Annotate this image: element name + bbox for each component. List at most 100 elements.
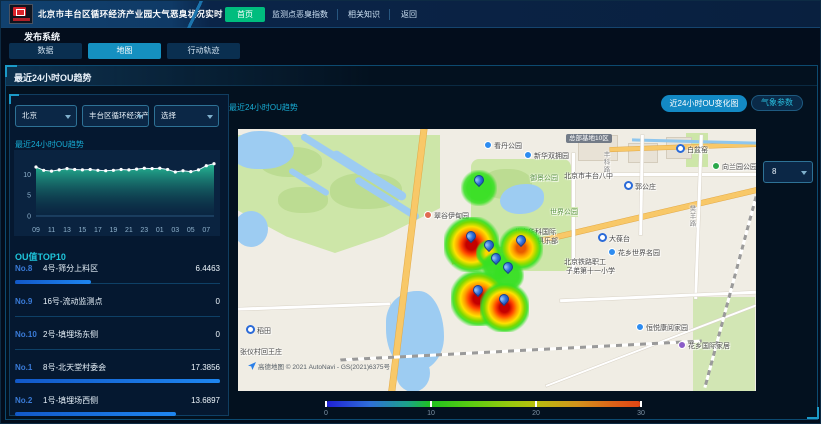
ou-trend-chart: 0510091113151719212301030507 xyxy=(14,150,220,236)
svg-text:17: 17 xyxy=(94,227,102,234)
panel-corner-accent xyxy=(5,65,17,77)
app-root: 北京市丰台区循环经济产业园大气恶臭状况实时 首页 监测点恶臭指数 相关知识 返回… xyxy=(0,0,821,424)
svg-text:11: 11 xyxy=(48,227,55,234)
top10-bar-track xyxy=(15,313,220,317)
map-section-title: 最近24小时OU趋势 xyxy=(229,102,298,113)
poi-icon xyxy=(608,248,616,256)
nav-home[interactable]: 首页 xyxy=(225,7,265,22)
svg-text:09: 09 xyxy=(32,227,40,234)
top10-rank: No.8 xyxy=(15,264,43,273)
top10-list: No.8 4号-筛分上料区 6.4463 No.9 16号-流动监测点 0 No… xyxy=(15,260,220,424)
metro-station-icon xyxy=(624,181,633,190)
map-label: 总部基地10区 xyxy=(566,134,612,143)
chevron-down-icon xyxy=(801,171,807,175)
top10-name: 1号-填埋场西侧 xyxy=(43,395,191,406)
river xyxy=(396,354,430,391)
ou-change-chart-button[interactable]: 近24小时OU变化图 xyxy=(661,95,747,112)
map-label: 世界公园 xyxy=(550,207,578,217)
map-label: 恒悦康阅家园 xyxy=(636,323,688,333)
svg-text:05: 05 xyxy=(187,227,195,234)
top10-bar xyxy=(15,379,220,383)
top10-row: No.2 1号-填埋场西侧 13.6897 xyxy=(15,395,220,424)
panel-header-strip xyxy=(6,66,817,86)
top10-bar-track xyxy=(15,379,220,383)
map-label: 郭公庄 xyxy=(624,181,656,192)
map-label: 白盆窑 xyxy=(676,144,708,155)
top10-row: No.8 4号-筛分上料区 6.4463 xyxy=(15,263,220,293)
map-label: 丰科路 xyxy=(600,151,610,174)
map-label: 张仪村回王庄 xyxy=(240,347,282,357)
svg-text:10: 10 xyxy=(23,172,31,179)
map-pin-icon[interactable] xyxy=(471,283,485,297)
svg-text:5: 5 xyxy=(27,193,31,200)
poi-icon xyxy=(424,211,432,219)
nav-separator xyxy=(337,9,338,20)
trend-chart-svg: 0510091113151719212301030507 xyxy=(14,150,220,236)
publish-system-label: 发布系统 xyxy=(24,30,60,43)
top10-name: 16号-流动监测点 xyxy=(43,296,216,307)
top10-rank: No.9 xyxy=(15,297,43,306)
top10-row: No.9 16号-流动监测点 0 xyxy=(15,296,220,326)
weather-params-button[interactable]: 气象参数 xyxy=(751,95,803,111)
chevron-down-icon xyxy=(137,115,143,119)
map-layer-select[interactable]: 8 xyxy=(763,161,813,183)
nav-knowledge[interactable]: 相关知识 xyxy=(345,7,383,22)
map-canvas[interactable]: 总部基地10区看丹公园新华双拥园御景公园世界公园北京市丰台八中郭公庄白盆窑向兰园… xyxy=(238,129,756,391)
tab-track[interactable]: 行动轨迹 xyxy=(167,43,240,59)
colorbar-tick xyxy=(430,401,432,407)
water-area xyxy=(238,131,294,169)
poi-icon xyxy=(678,341,686,349)
svg-text:15: 15 xyxy=(79,227,87,234)
top10-rank: No.1 xyxy=(15,363,43,372)
map-pin-icon[interactable] xyxy=(497,292,511,306)
top-header: 北京市丰台区循环经济产业园大气恶臭状况实时 首页 监测点恶臭指数 相关知识 返回 xyxy=(1,1,821,28)
top10-bar-track xyxy=(15,346,220,350)
map-layer-select-value: 8 xyxy=(772,167,776,176)
svg-text:03: 03 xyxy=(171,227,179,234)
top10-bar xyxy=(15,280,91,284)
panel-title: 最近24小时OU趋势 xyxy=(14,71,92,84)
nav-back[interactable]: 返回 xyxy=(395,7,423,22)
metro-station-icon xyxy=(676,144,685,153)
map-label: 新华双拥园 xyxy=(524,151,569,161)
city-select[interactable]: 北京 xyxy=(15,105,77,127)
poi-icon xyxy=(484,141,492,149)
amap-logo-icon xyxy=(248,362,256,370)
nav-odor-index[interactable]: 监测点恶臭指数 xyxy=(269,7,331,22)
top10-bar-track xyxy=(15,280,220,284)
logo-red-mark xyxy=(13,7,26,16)
svg-text:13: 13 xyxy=(63,227,71,234)
colorbar-tick xyxy=(535,401,537,407)
top10-name: 4号-筛分上料区 xyxy=(43,263,196,274)
chevron-down-icon xyxy=(207,115,213,119)
top10-rank: No.10 xyxy=(15,330,43,339)
tab-map[interactable]: 地图 xyxy=(88,43,161,59)
site-select[interactable]: 选择 xyxy=(154,105,219,127)
top10-bar-track xyxy=(15,412,220,416)
park-poi-icon xyxy=(712,162,720,170)
heat-blob-red xyxy=(451,271,506,326)
svg-text:07: 07 xyxy=(202,227,210,234)
logo-text-mark xyxy=(13,18,30,21)
water-area xyxy=(238,211,268,247)
map-label: 御景公园 xyxy=(530,173,558,183)
map-label: 翠谷伊甸园 xyxy=(424,211,469,221)
nav-separator xyxy=(389,9,390,20)
top10-value: 17.3856 xyxy=(191,363,220,372)
park-select[interactable]: 丰台区循环经济产 xyxy=(82,105,149,127)
map-label: 花乡世界名园 xyxy=(608,248,660,258)
colorbar-tick xyxy=(640,401,642,407)
tab-data[interactable]: 数据 xyxy=(9,43,82,59)
heat-blob-red xyxy=(480,283,529,332)
map-label: 大葆台 xyxy=(598,233,630,244)
top10-name: 8号-北天堂村委会 xyxy=(43,362,191,373)
top10-row: No.1 8号-北天堂村委会 17.3856 xyxy=(15,362,220,392)
metro-station-icon xyxy=(246,325,255,334)
top10-row: No.10 2号-填埋场东侧 0 xyxy=(15,329,220,359)
poi-icon xyxy=(524,151,532,159)
colorbar-tick xyxy=(325,401,327,407)
poi-icon xyxy=(636,323,644,331)
svg-text:0: 0 xyxy=(27,214,31,221)
map-label: 樊羊路 xyxy=(686,205,696,228)
metro-station-icon xyxy=(598,233,607,242)
